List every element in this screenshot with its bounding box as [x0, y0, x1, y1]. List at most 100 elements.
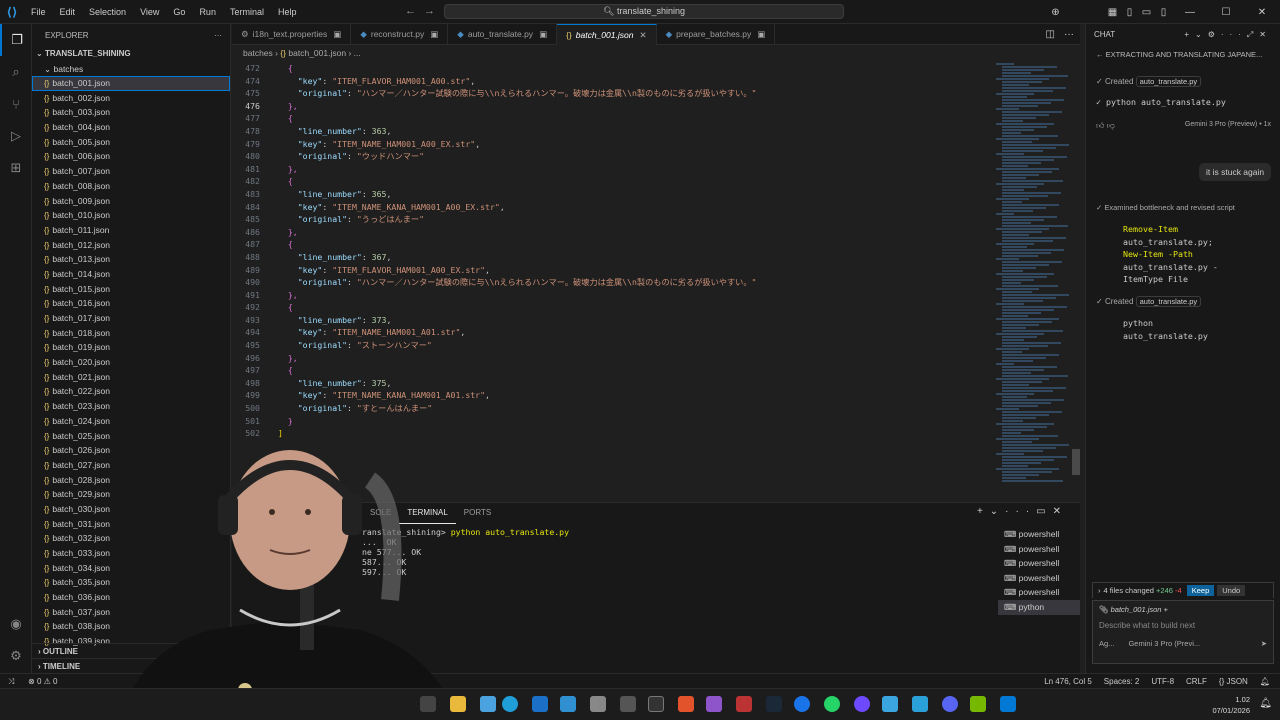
file-item[interactable]: {} batch_004.json	[32, 120, 230, 135]
explorer-icon[interactable]: ❐	[0, 24, 32, 56]
modified-dot-icon[interactable]: ▣	[333, 29, 341, 39]
command-block-2[interactable]: python auto_translate.py	[1123, 317, 1208, 342]
breadcrumb-folder[interactable]: batches	[243, 48, 273, 58]
menu-terminal[interactable]: Terminal	[223, 0, 271, 24]
task-view-icon[interactable]	[420, 696, 436, 712]
notifications-icon[interactable]: 🔔︎	[1260, 674, 1270, 689]
model-select[interactable]: Gemini 3 Pro (Previ...	[1128, 639, 1200, 648]
vscode-taskbar-icon[interactable]	[1000, 696, 1016, 712]
terminal-instance[interactable]: ⌨ powershell	[998, 556, 1080, 571]
app-icon-5[interactable]	[854, 696, 870, 712]
panel-actions[interactable]: +⌄···▭✕	[977, 506, 1068, 517]
menu-edit[interactable]: Edit	[53, 0, 83, 24]
encoding[interactable]: UTF-8	[1151, 674, 1174, 689]
created-file-2[interactable]: auto_translate.py	[1135, 296, 1202, 307]
app-icon-4[interactable]	[794, 696, 810, 712]
menu-run[interactable]: Run	[192, 0, 223, 24]
folder-batches[interactable]: ⌄ batches	[32, 62, 230, 76]
file-item[interactable]: {} batch_009.json	[32, 194, 230, 209]
file-item[interactable]: {} batch_017.json	[32, 311, 230, 326]
editor-more-icon[interactable]: ···	[1064, 29, 1074, 40]
language-mode[interactable]: {} JSON	[1219, 674, 1248, 689]
file-item[interactable]: {} batch_020.json	[32, 355, 230, 370]
indentation[interactable]: Spaces: 2	[1104, 674, 1140, 689]
vs-icon[interactable]	[706, 696, 722, 712]
toggle-sidebar-icon[interactable]: ▯	[1121, 7, 1138, 18]
agent-mode-select[interactable]: Ag...	[1099, 639, 1114, 648]
settings-app-icon[interactable]	[590, 696, 606, 712]
file-item[interactable]: {} batch_007.json	[32, 164, 230, 179]
file-item[interactable]: {} batch_008.json	[32, 179, 230, 194]
terminal-instance[interactable]: ⌨ python	[998, 599, 1080, 615]
whatsapp-icon[interactable]	[824, 696, 840, 712]
outlook-icon[interactable]	[532, 696, 548, 712]
system-clock[interactable]: 1.02 07/01/2026	[1212, 694, 1250, 716]
file-item[interactable]: {} batch_021.json	[32, 370, 230, 385]
file-item[interactable]: {} batch_006.json	[32, 149, 230, 164]
app-icon-1[interactable]	[560, 696, 576, 712]
send-icon[interactable]: ➤	[1261, 639, 1267, 648]
file-item[interactable]: {} batch_019.json	[32, 340, 230, 355]
account-icon[interactable]: ◉	[0, 608, 32, 640]
nav-arrows[interactable]: ←→	[405, 5, 443, 17]
run-debug-icon[interactable]: ▷	[0, 120, 32, 152]
modified-dot-icon[interactable]: ▣	[757, 29, 765, 39]
file-item[interactable]: {} batch_013.json	[32, 252, 230, 267]
file-item[interactable]: {} batch_015.json	[32, 282, 230, 297]
thumbs-up-icon[interactable]: 👍︎	[1096, 121, 1104, 130]
tab-i18n-text-properties[interactable]: ⚙ i18n_text.properties ▣	[232, 24, 352, 45]
file-item[interactable]: {} batch_001.json	[32, 76, 230, 91]
file-item[interactable]: {} batch_005.json	[32, 135, 230, 150]
close-tab-icon[interactable]: ✕	[639, 30, 646, 40]
split-editor-icon[interactable]: ◫	[1046, 29, 1055, 40]
file-item[interactable]: {} batch_012.json	[32, 238, 230, 253]
workspace-root[interactable]: ⌄ TRANSLATE_SHINING	[32, 46, 230, 62]
steam-icon[interactable]	[766, 696, 782, 712]
remote-icon[interactable]: ⤨	[8, 674, 14, 689]
minimize-icon[interactable]: —	[1172, 7, 1208, 18]
app-icon-2[interactable]	[620, 696, 636, 712]
undo-button[interactable]: Undo	[1217, 585, 1246, 596]
tab-batch-001-json[interactable]: {} batch_001.json ✕	[557, 24, 657, 45]
examined-row[interactable]: ✓ Examined bottleneck and revised script	[1096, 203, 1235, 212]
menu-file[interactable]: File	[24, 0, 53, 24]
file-item[interactable]: {} batch_011.json	[32, 223, 230, 238]
edge-icon[interactable]	[502, 696, 518, 712]
created-file-1[interactable]: auto_translate.py	[1135, 76, 1202, 87]
toggle-aux-icon[interactable]: ▯	[1155, 7, 1172, 18]
file-item[interactable]: {} batch_018.json	[32, 326, 230, 341]
copilot-icon[interactable]: ⊕	[1047, 7, 1064, 18]
file-item[interactable]: {} batch_003.json	[32, 105, 230, 120]
tab-reconstruct-py[interactable]: ◆ reconstruct.py ▣	[351, 24, 449, 45]
file-item[interactable]: {} batch_024.json	[32, 414, 230, 429]
problems-indicator[interactable]: ⊗ 0 ⚠ 0	[28, 674, 57, 689]
command-center-search[interactable]: 🔍︎ translate_shining	[444, 4, 844, 19]
app-icon-3[interactable]	[736, 696, 752, 712]
maximize-icon[interactable]: ☐	[1208, 7, 1244, 18]
terminal-instance[interactable]: ⌨ powershell	[998, 585, 1080, 600]
nvidia-icon[interactable]	[970, 696, 986, 712]
menu-selection[interactable]: Selection	[82, 0, 133, 24]
file-item[interactable]: {} batch_010.json	[32, 208, 230, 223]
discord-icon[interactable]	[942, 696, 958, 712]
source-control-icon[interactable]: ⑂	[0, 88, 32, 120]
layout-icon[interactable]: ▦	[1104, 7, 1121, 18]
attached-file[interactable]: batch_001.json	[1111, 605, 1162, 614]
more-actions-icon[interactable]: ···	[214, 31, 222, 40]
settings-gear-icon[interactable]: ⚙	[0, 640, 32, 672]
file-item[interactable]: {} batch_023.json	[32, 399, 230, 414]
file-item[interactable]: {} batch_022.json	[32, 384, 230, 399]
file-item[interactable]: {} batch_016.json	[32, 296, 230, 311]
file-item[interactable]: {} batch_014.json	[32, 267, 230, 282]
store-icon[interactable]	[480, 696, 496, 712]
terminal-instance[interactable]: ⌨ powershell	[998, 542, 1080, 557]
brave-icon[interactable]	[678, 696, 694, 712]
terminal-app-icon[interactable]	[648, 696, 664, 712]
notification-bell-icon[interactable]: 🔔︎	[1259, 698, 1272, 709]
command-row-1[interactable]: ✓ python auto_translate.py	[1096, 97, 1226, 107]
breadcrumb-more[interactable]: ...	[354, 48, 361, 58]
modified-dot-icon[interactable]: ▣	[430, 29, 438, 39]
tab-auto-translate-py[interactable]: ◆ auto_translate.py ▣	[448, 24, 558, 45]
menu-go[interactable]: Go	[166, 0, 192, 24]
thumbs-down-icon[interactable]: 👎︎	[1107, 121, 1115, 130]
